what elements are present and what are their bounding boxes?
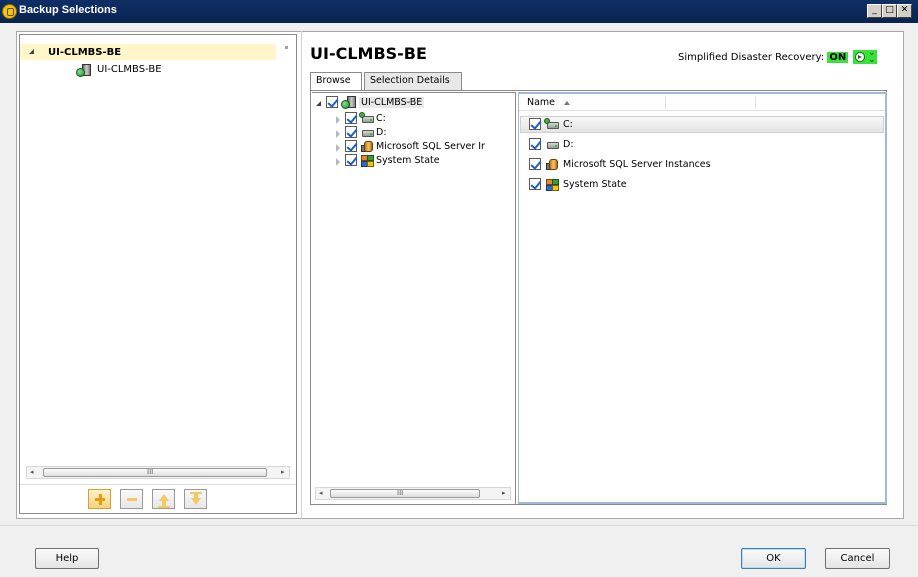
- drive-icon: [546, 140, 560, 150]
- checkbox[interactable]: [345, 154, 357, 166]
- tree-item-label[interactable]: Microsoft SQL Server Ir: [376, 141, 485, 152]
- remove-button[interactable]: [120, 489, 143, 509]
- panel-splitter[interactable]: [301, 31, 302, 519]
- checkbox[interactable]: [529, 118, 541, 130]
- scroll-left-icon[interactable]: ◂: [319, 489, 323, 497]
- move-up-button[interactable]: [152, 489, 175, 509]
- list-item-label[interactable]: System State: [563, 179, 627, 190]
- sdr-on-badge: ON: [827, 52, 849, 63]
- move-down-button[interactable]: [184, 489, 207, 509]
- page-title: UI-CLMBS-BE: [310, 44, 427, 63]
- sdr-status: Simplified Disaster Recovery: ON: [678, 52, 849, 63]
- checkbox[interactable]: [529, 178, 541, 190]
- contents-list: [518, 92, 887, 504]
- ok-button[interactable]: OK: [741, 548, 806, 569]
- network-drive-icon: [359, 112, 375, 124]
- tree-item-label[interactable]: C:: [376, 113, 386, 124]
- checkbox[interactable]: [345, 112, 357, 124]
- scroll-grip-label: III: [397, 489, 404, 497]
- checkbox[interactable]: [529, 138, 541, 150]
- tree-item-label[interactable]: System State: [376, 155, 440, 166]
- add-button[interactable]: [88, 489, 111, 509]
- expand-icon[interactable]: [316, 101, 321, 106]
- app-icon: [2, 4, 17, 19]
- backup-selections-window: Backup Selections _ □ ✕ UI-CLMBS-BE UI-C…: [0, 0, 918, 577]
- selection-toolbar: [20, 484, 296, 513]
- help-button[interactable]: Help: [35, 548, 99, 569]
- arrow-up-icon: [159, 494, 169, 501]
- cancel-button[interactable]: Cancel: [825, 548, 890, 569]
- checkbox[interactable]: [326, 96, 338, 108]
- column-header-name[interactable]: Name: [527, 97, 555, 108]
- resize-grip-icon: [285, 46, 288, 49]
- sdr-label: Simplified Disaster Recovery:: [678, 52, 825, 63]
- list-item-label[interactable]: D:: [563, 139, 574, 150]
- browse-tree: UI-CLMBS-BE C: D: Microsoft SQL Server I…: [312, 92, 516, 504]
- expand-icon[interactable]: [336, 144, 340, 152]
- expand-icon[interactable]: [29, 49, 34, 54]
- tree-child-label[interactable]: UI-CLMBS-BE: [97, 64, 162, 75]
- window-title: Backup Selections: [19, 4, 117, 16]
- scrollbar-thumb[interactable]: III: [43, 468, 267, 477]
- scroll-grip-label: III: [147, 468, 154, 476]
- server-tree: UI-CLMBS-BE UI-CLMBS-BE: [20, 35, 296, 461]
- expand-icon[interactable]: [336, 116, 340, 124]
- sdr-go-icon[interactable]: [855, 52, 865, 62]
- left-horizontal-scrollbar[interactable]: ◂ III ▸: [26, 466, 290, 479]
- system-state-icon: [361, 154, 376, 168]
- checkbox[interactable]: [345, 140, 357, 152]
- drive-icon: [361, 128, 375, 138]
- chevron-down-icon[interactable]: ⌄ ⌄: [868, 49, 876, 65]
- sdr-controls: ⌄ ⌄: [853, 49, 877, 65]
- tab-browse[interactable]: Browse: [310, 72, 362, 91]
- scrollbar-thumb[interactable]: III: [330, 489, 480, 498]
- list-header: Name: [519, 94, 885, 111]
- server-icon: [341, 96, 357, 110]
- arrow-down-icon: [191, 498, 201, 505]
- dialog-button-bar: Help OK Cancel: [0, 525, 918, 577]
- checkbox[interactable]: [529, 158, 541, 170]
- scroll-right-icon[interactable]: ▸: [502, 489, 506, 497]
- tab-selection-details[interactable]: Selection Details: [364, 72, 462, 90]
- close-button[interactable]: ✕: [897, 4, 912, 18]
- minus-icon: [127, 498, 137, 501]
- tree-item-label[interactable]: D:: [376, 127, 387, 138]
- list-item-label[interactable]: Microsoft SQL Server Instances: [563, 159, 711, 170]
- system-state-icon: [546, 178, 561, 192]
- list-item-label[interactable]: C:: [563, 119, 573, 130]
- expand-icon[interactable]: [336, 130, 340, 138]
- scroll-right-icon[interactable]: ▸: [281, 468, 285, 476]
- server-list-panel: UI-CLMBS-BE UI-CLMBS-BE ◂ III ▸: [19, 34, 297, 514]
- list-row-selected[interactable]: [520, 116, 884, 133]
- title-bar[interactable]: Backup Selections _ □ ✕: [0, 0, 918, 23]
- minimize-button[interactable]: _: [867, 4, 882, 18]
- sql-server-icon: [361, 140, 375, 153]
- maximize-button[interactable]: □: [882, 4, 897, 18]
- checkbox[interactable]: [345, 126, 357, 138]
- tree-horizontal-scrollbar[interactable]: ◂ III ▸: [315, 487, 511, 500]
- network-drive-icon: [544, 118, 560, 130]
- tree-root-label[interactable]: UI-CLMBS-BE: [48, 47, 121, 58]
- expand-icon[interactable]: [336, 158, 340, 166]
- sort-ascending-icon: [564, 101, 570, 105]
- server-icon: [76, 64, 92, 78]
- sql-server-icon: [546, 158, 560, 171]
- tree-root-label[interactable]: UI-CLMBS-BE: [359, 97, 425, 108]
- scroll-left-icon[interactable]: ◂: [30, 468, 34, 476]
